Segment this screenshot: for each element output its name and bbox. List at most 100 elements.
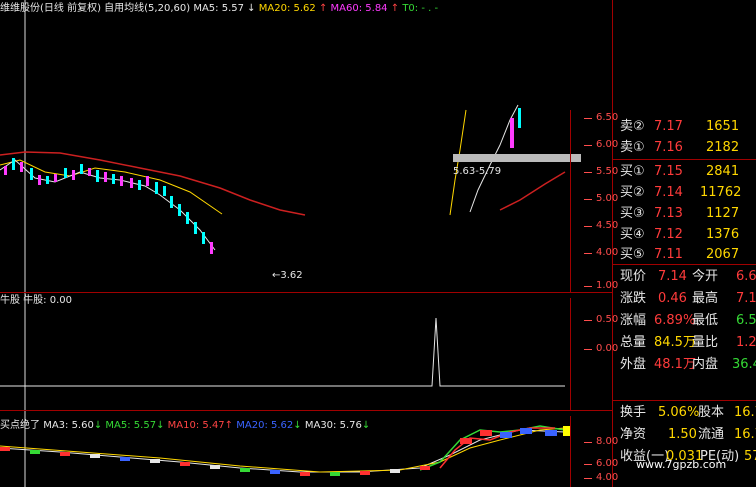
ob-vol: 2182 (706, 140, 740, 155)
sub2-tick: 4.00 (583, 472, 619, 483)
stat-label: 涨幅 (620, 313, 647, 328)
sub2-axis-line (570, 416, 571, 487)
stat-value: 36.4 (732, 357, 756, 372)
ma20-line (0, 159, 223, 215)
ob-price: 7.12 (654, 227, 683, 242)
t0-label: T0: - . - (402, 3, 439, 14)
range-label: 5.63-5.79 (453, 166, 502, 177)
sub2-ma3-arrow: ↓ (93, 420, 103, 431)
sub2-header: 买点绝了 MA3: 5.60↓ MA5: 5.57↓ MA10: 5.47↑ M… (0, 419, 370, 433)
ob-label: 买⑤ (620, 247, 645, 262)
ob-label: 买④ (620, 227, 645, 242)
stat-label: 总量 (620, 335, 647, 350)
sub2-candles (0, 426, 571, 476)
sub1-tick: 1.00 (583, 280, 619, 291)
orderbook-row-buy1[interactable]: 买① 7.15 2841 (620, 161, 756, 183)
stats-row-netasset: 净资 1.50 流通 16.7 (620, 424, 756, 446)
sub1-tick: 0.00 (583, 343, 619, 354)
panel-separator-2 (0, 410, 612, 411)
stats-row-price: 现价 7.14 今开 6.6 (620, 266, 756, 288)
ob-label: 买① (620, 164, 645, 179)
orderbook-row-buy2[interactable]: 买② 7.14 11762 (620, 182, 756, 204)
sub2-red (439, 427, 555, 469)
sub1-tick: 0.50 (583, 314, 619, 325)
sub2-ma30-arrow: ↓ (361, 420, 371, 431)
ma20-arrow: ↑ (318, 3, 328, 14)
stat-value: 5.06% (658, 405, 700, 420)
low-price-marker: ←3.62 (272, 270, 303, 281)
ma60-line (0, 151, 306, 216)
stats-divider-2 (612, 400, 756, 401)
stats-row-turnover: 换手 5.06% 股本 16.7 (620, 402, 756, 424)
stats-row-pct: 涨幅 6.89% 最低 6.5 (620, 310, 756, 332)
orderbook-row-buy5[interactable]: 买⑤ 7.11 2067 (620, 244, 756, 266)
sub2-ma5-arrow: ↓ (156, 420, 165, 431)
ob-vol: 2841 (706, 164, 740, 179)
stat-label: 量比 (692, 335, 719, 350)
stat-label: 内盘 (692, 357, 719, 372)
orderbook-row-sell1[interactable]: 卖① 7.16 2182 (620, 137, 756, 159)
range-highlight-bar (453, 154, 581, 162)
sub1-axis-line (570, 298, 571, 410)
stat-label: 股本 (698, 405, 725, 420)
ob-vol: 2067 (706, 247, 740, 262)
sub2-ma20: MA20: 5.62 (236, 420, 294, 431)
stat-label: 净资 (620, 427, 647, 442)
candles-main (4, 158, 213, 254)
stat-label: 今开 (692, 269, 719, 284)
stat-value: 57. (744, 449, 756, 464)
stat-value: 48.1万 (654, 357, 696, 372)
sub2-ma10-arrow: ↑ (224, 420, 234, 431)
ob-price: 7.11 (654, 247, 683, 262)
stat-label: 现价 (620, 269, 647, 284)
price-tick: 6.00 (583, 139, 619, 150)
main-header: 维维股份(日线 前复权) 自用均线(5,20,60) MA5: 5.57 ↓ M… (0, 2, 438, 16)
stat-label: 涨跌 (620, 291, 647, 306)
ma20-label: MA20: 5.62 (258, 3, 316, 14)
stat-value: 6.5 (736, 313, 756, 328)
stat-label: 最低 (692, 313, 719, 328)
ob-price: 7.14 (654, 185, 683, 200)
stat-value: 1.2 (736, 335, 756, 350)
stat-label: 最高 (692, 291, 719, 306)
candle-right-2 (518, 108, 521, 128)
orderbook-row-buy4[interactable]: 买④ 7.12 1376 (620, 224, 756, 246)
info-panel-divider (612, 0, 613, 487)
sub2-ma30: MA30: 5.76 (304, 420, 362, 431)
stat-label: 外盘 (620, 357, 647, 372)
stat-value: 1.50 (668, 427, 697, 442)
sub1-header: 牛股 牛股: 0.00 (0, 295, 72, 306)
ob-price: 7.16 (654, 140, 683, 155)
sub1-signal-line (0, 317, 565, 387)
stat-value: 7.14 (658, 269, 687, 284)
price-tick: 6.50 (583, 112, 619, 123)
stats-row-outer: 外盘 48.1万 内盘 36.4 (620, 354, 756, 376)
price-tick: 5.00 (583, 193, 619, 204)
stat-value: 16.7 (734, 427, 756, 442)
price-tick: 5.50 (583, 166, 619, 177)
ob-label: 卖② (620, 119, 645, 134)
stat-value: 7.1 (736, 291, 756, 306)
ma-right-yellow (449, 109, 467, 216)
stat-value: 16.7 (734, 405, 756, 420)
sub2-tick: 6.00 (583, 458, 619, 469)
sub2-ma20-arrow: ↓ (293, 420, 302, 431)
orderbook-row-buy3[interactable]: 买③ 7.13 1127 (620, 203, 756, 225)
sub2-tick: 8.00 (583, 436, 619, 447)
sub2-white (0, 429, 566, 473)
candle-right-1 (510, 118, 514, 148)
ob-vol: 11762 (700, 185, 742, 200)
sub2-name: 买点绝了 (0, 420, 40, 431)
chart-title: 维维股份(日线 前复权) 自用均线(5,20,60) (0, 3, 191, 14)
stat-label: 流通 (698, 427, 725, 442)
sub2-ma10: MA10: 5.47 (167, 420, 225, 431)
ob-label: 买② (620, 185, 645, 200)
stat-label: 换手 (620, 405, 647, 420)
sub2-ma5: MA5: 5.57 (105, 420, 157, 431)
watermark: www.7gpzb.com (636, 458, 727, 471)
ob-vol: 1376 (706, 227, 740, 242)
orderbook-row-sell2[interactable]: 卖② 7.17 1651 (620, 116, 756, 138)
stat-value: 0.46 (658, 291, 687, 306)
ob-vol: 1127 (706, 206, 740, 221)
stat-value: 84.5万 (654, 335, 696, 350)
